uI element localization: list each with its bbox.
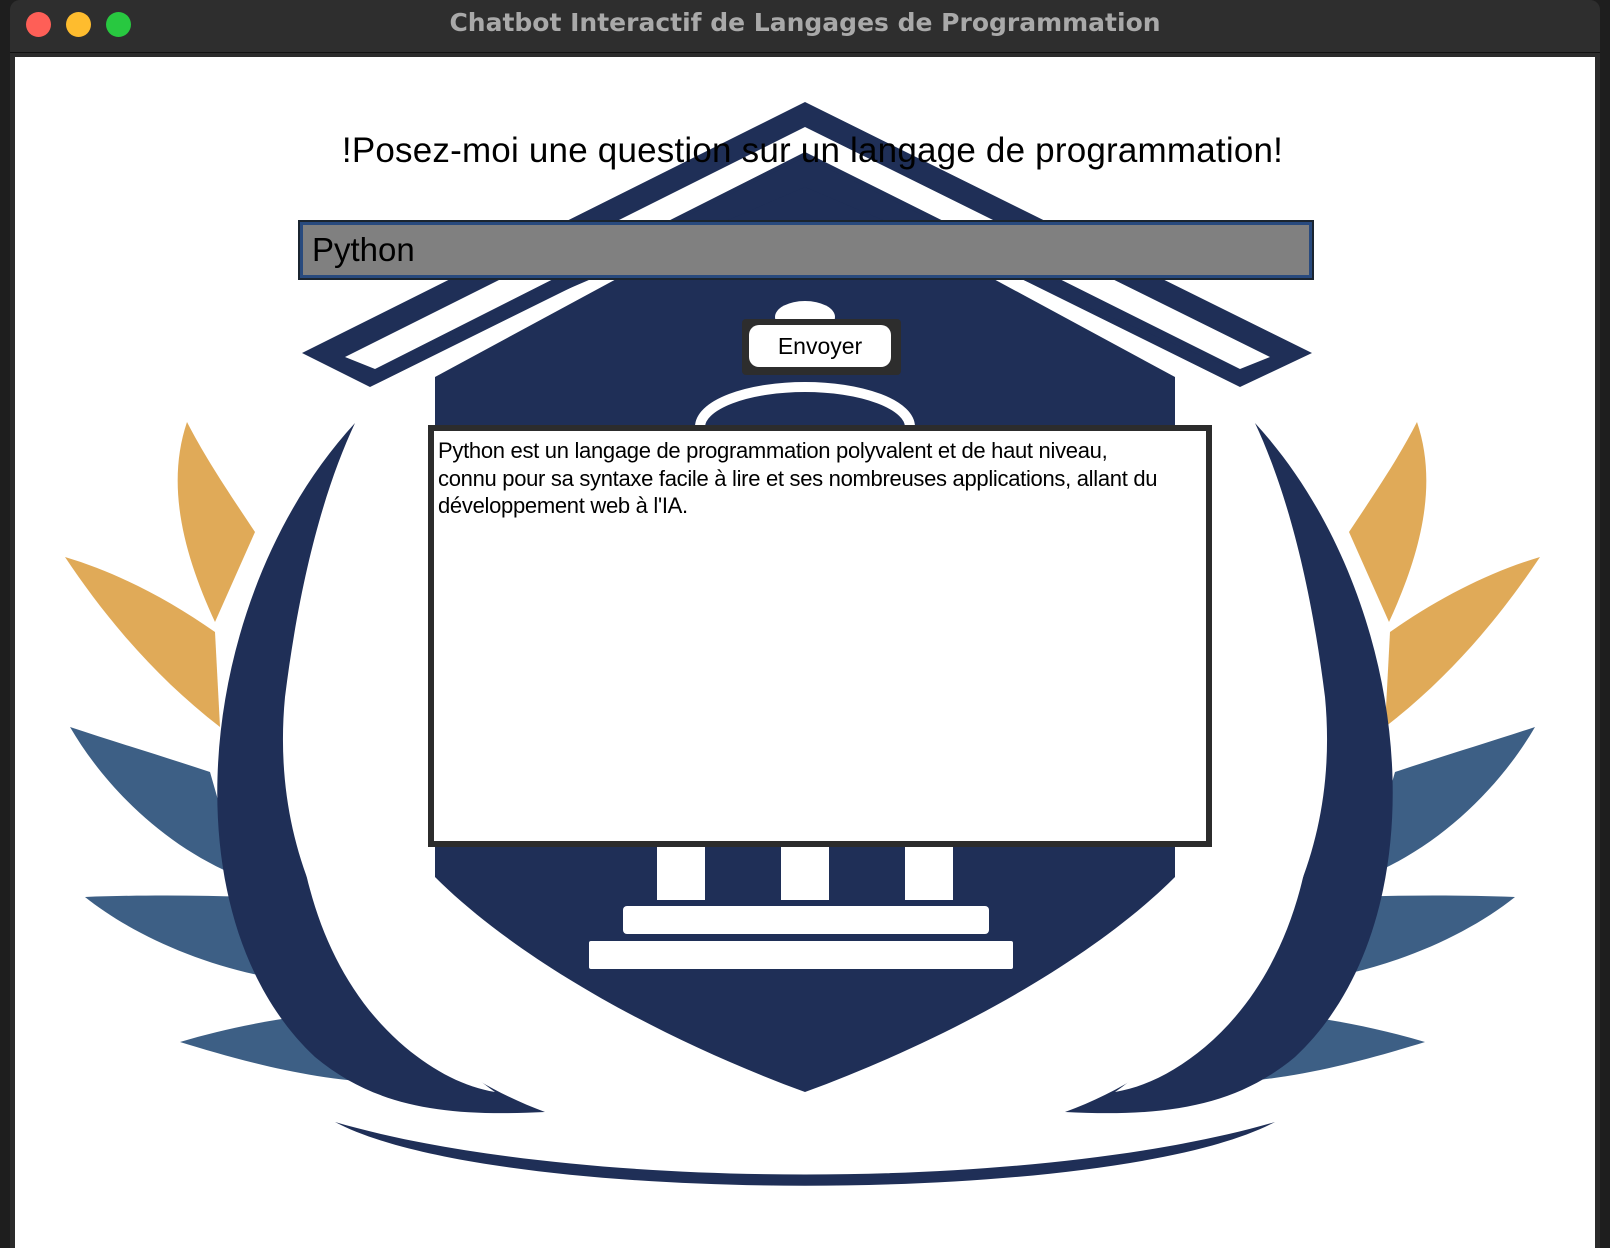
app-window: Chatbot Interactif de Langages de Progra… (10, 0, 1600, 1248)
main-content: !Posez-moi une question sur un langage d… (15, 57, 1595, 1248)
prompt-label: !Posez-moi une question sur un langage d… (341, 131, 1284, 170)
send-button[interactable]: Envoyer (749, 325, 891, 367)
title-bar: Chatbot Interactif de Langages de Progra… (10, 0, 1600, 53)
window-title: Chatbot Interactif de Langages de Progra… (449, 8, 1161, 37)
question-input-frame (298, 220, 1314, 280)
response-textbox[interactable]: Python est un langage de programmation p… (428, 425, 1212, 847)
question-input[interactable] (303, 225, 1309, 275)
send-button-frame: Envoyer (742, 319, 901, 375)
